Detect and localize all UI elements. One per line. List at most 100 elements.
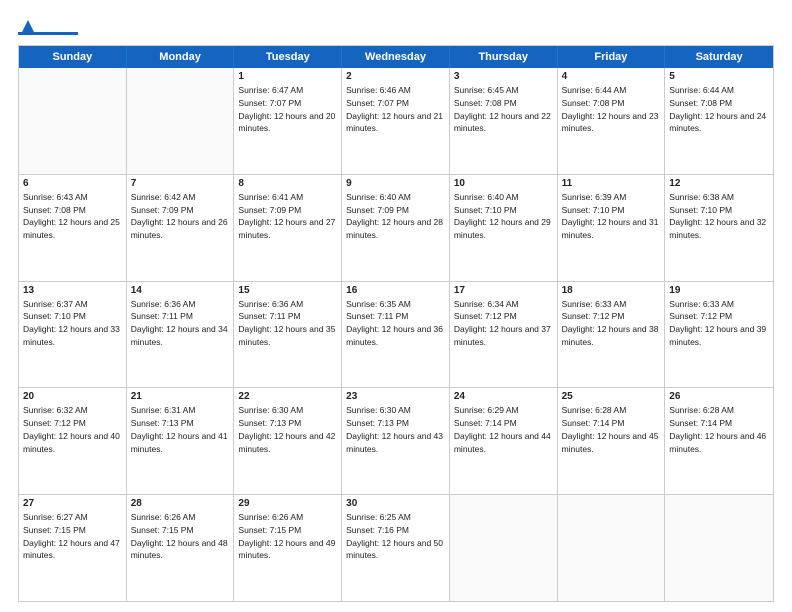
sun-info: Sunrise: 6:44 AMSunset: 7:08 PMDaylight:… (669, 84, 769, 135)
sun-info: Sunrise: 6:34 AMSunset: 7:12 PMDaylight:… (454, 298, 553, 349)
calendar-day-7: 7 Sunrise: 6:42 AMSunset: 7:09 PMDaylight… (127, 175, 235, 281)
calendar-day-22: 22Sunrise: 6:30 AMSunset: 7:13 PMDayligh… (234, 388, 342, 494)
header-sunday: Sunday (19, 46, 127, 68)
calendar-week-4: 20 Sunrise: 6:32 AMSunset: 7:12 PMDayligh… (19, 387, 773, 494)
calendar-empty-cell (19, 68, 127, 174)
day-number: 29 (238, 498, 337, 509)
page: Sunday Monday Tuesday Wednesday Thursday… (0, 0, 792, 612)
calendar-day-23: 23 Sunrise: 6:30 AMSunset: 7:13 PMDayligh… (342, 388, 450, 494)
calendar-day-13: 13 Sunrise: 6:37 AMSunset: 7:10 PMDayligh… (19, 282, 127, 388)
day-number: 8 (238, 178, 337, 189)
sun-info: Sunrise: 6:37 AMSunset: 7:10 PMDaylight:… (23, 298, 122, 349)
calendar-day-24: 24 Sunrise: 6:29 AMSunset: 7:14 PMDayligh… (450, 388, 558, 494)
calendar-day-6: 6 Sunrise: 6:43 AMSunset: 7:08 PMDaylight… (19, 175, 127, 281)
day-number: 28 (131, 498, 230, 509)
calendar-day-12: 12 Sunrise: 6:38 AMSunset: 7:10 PMDayligh… (665, 175, 773, 281)
day-number: 2 (346, 71, 445, 82)
day-number: 11 (562, 178, 661, 189)
day-number: 22 (238, 391, 337, 402)
day-number: 6 (23, 178, 122, 189)
calendar-week-1: 1 Sunrise: 6:47 AMSunset: 7:07 PMDaylight… (19, 68, 773, 174)
sun-info: Sunrise: 6:30 AMSunset: 7:13 PMDaylight:… (346, 404, 445, 455)
sun-info: Sunrise: 6:38 AMSunset: 7:10 PMDaylight:… (669, 191, 769, 242)
day-number: 3 (454, 71, 553, 82)
sun-info: Sunrise: 6:40 AMSunset: 7:10 PMDaylight:… (454, 191, 553, 242)
calendar-day-28: 28 Sunrise: 6:26 AMSunset: 7:15 PMDayligh… (127, 495, 235, 601)
calendar: Sunday Monday Tuesday Wednesday Thursday… (18, 45, 774, 602)
sun-info: Sunrise: 6:29 AMSunset: 7:14 PMDaylight:… (454, 404, 553, 455)
day-number: 1 (238, 71, 337, 82)
sun-info: Sunrise: 6:42 AMSunset: 7:09 PMDaylight:… (131, 191, 230, 242)
sun-info: Sunrise: 6:31 AMSunset: 7:13 PMDaylight:… (131, 404, 230, 455)
sun-info: Sunrise: 6:40 AMSunset: 7:09 PMDaylight:… (346, 191, 445, 242)
calendar-week-3: 13 Sunrise: 6:37 AMSunset: 7:10 PMDayligh… (19, 281, 773, 388)
sun-info: Sunrise: 6:36 AMSunset: 7:11 PMDaylight:… (238, 298, 337, 349)
calendar-empty-cell (127, 68, 235, 174)
calendar-week-2: 6 Sunrise: 6:43 AMSunset: 7:08 PMDaylight… (19, 174, 773, 281)
calendar-empty-cell (558, 495, 666, 601)
calendar-day-10: 10 Sunrise: 6:40 AMSunset: 7:10 PMDayligh… (450, 175, 558, 281)
day-number: 16 (346, 285, 445, 296)
sun-info: Sunrise: 6:47 AMSunset: 7:07 PMDaylight:… (238, 84, 337, 135)
calendar-day-5: 5 Sunrise: 6:44 AMSunset: 7:08 PMDaylight… (665, 68, 773, 174)
sun-info: Sunrise: 6:41 AMSunset: 7:09 PMDaylight:… (238, 191, 337, 242)
calendar-day-16: 16Sunrise: 6:35 AMSunset: 7:11 PMDayligh… (342, 282, 450, 388)
day-number: 21 (131, 391, 230, 402)
sun-info: Sunrise: 6:25 AMSunset: 7:16 PMDaylight:… (346, 511, 445, 562)
sun-info: Sunrise: 6:32 AMSunset: 7:12 PMDaylight:… (23, 404, 122, 455)
calendar-day-27: 27 Sunrise: 6:27 AMSunset: 7:15 PMDayligh… (19, 495, 127, 601)
day-number: 26 (669, 391, 769, 402)
sun-info: Sunrise: 6:26 AMSunset: 7:15 PMDaylight:… (131, 511, 230, 562)
day-number: 7 (131, 178, 230, 189)
calendar-day-2: 2 Sunrise: 6:46 AMSunset: 7:07 PMDaylight… (342, 68, 450, 174)
sun-info: Sunrise: 6:43 AMSunset: 7:08 PMDaylight:… (23, 191, 122, 242)
day-number: 19 (669, 285, 769, 296)
sun-info: Sunrise: 6:26 AMSunset: 7:15 PMDaylight:… (238, 511, 337, 562)
day-number: 17 (454, 285, 553, 296)
day-number: 4 (562, 71, 661, 82)
sun-info: Sunrise: 6:44 AMSunset: 7:08 PMDaylight:… (562, 84, 661, 135)
calendar-day-20: 20 Sunrise: 6:32 AMSunset: 7:12 PMDayligh… (19, 388, 127, 494)
day-number: 27 (23, 498, 122, 509)
sun-info: Sunrise: 6:28 AMSunset: 7:14 PMDaylight:… (669, 404, 769, 455)
calendar-week-5: 27 Sunrise: 6:27 AMSunset: 7:15 PMDayligh… (19, 494, 773, 601)
sun-info: Sunrise: 6:45 AMSunset: 7:08 PMDaylight:… (454, 84, 553, 135)
calendar-day-17: 17 Sunrise: 6:34 AMSunset: 7:12 PMDayligh… (450, 282, 558, 388)
calendar-day-19: 19 Sunrise: 6:33 AMSunset: 7:12 PMDayligh… (665, 282, 773, 388)
calendar-day-3: 3 Sunrise: 6:45 AMSunset: 7:08 PMDaylight… (450, 68, 558, 174)
calendar-day-26: 26 Sunrise: 6:28 AMSunset: 7:14 PMDayligh… (665, 388, 773, 494)
header-tuesday: Tuesday (234, 46, 342, 68)
day-number: 23 (346, 391, 445, 402)
calendar-day-8: 8 Sunrise: 6:41 AMSunset: 7:09 PMDaylight… (234, 175, 342, 281)
logo (18, 18, 80, 35)
day-number: 13 (23, 285, 122, 296)
calendar-day-25: 25Sunrise: 6:28 AMSunset: 7:14 PMDayligh… (558, 388, 666, 494)
day-number: 25 (562, 391, 661, 402)
calendar-day-15: 15Sunrise: 6:36 AMSunset: 7:11 PMDayligh… (234, 282, 342, 388)
day-number: 9 (346, 178, 445, 189)
calendar-day-29: 29 Sunrise: 6:26 AMSunset: 7:15 PMDayligh… (234, 495, 342, 601)
calendar-day-4: 4 Sunrise: 6:44 AMSunset: 7:08 PMDaylight… (558, 68, 666, 174)
calendar-day-11: 11 Sunrise: 6:39 AMSunset: 7:10 PMDayligh… (558, 175, 666, 281)
day-number: 12 (669, 178, 769, 189)
sun-info: Sunrise: 6:33 AMSunset: 7:12 PMDaylight:… (669, 298, 769, 349)
header (18, 18, 774, 35)
sun-info: Sunrise: 6:46 AMSunset: 7:07 PMDaylight:… (346, 84, 445, 135)
day-number: 30 (346, 498, 445, 509)
day-number: 24 (454, 391, 553, 402)
day-number: 20 (23, 391, 122, 402)
calendar-day-30: 30 Sunrise: 6:25 AMSunset: 7:16 PMDayligh… (342, 495, 450, 601)
calendar-body: 1 Sunrise: 6:47 AMSunset: 7:07 PMDaylight… (19, 68, 773, 601)
day-number: 5 (669, 71, 769, 82)
sun-info: Sunrise: 6:27 AMSunset: 7:15 PMDaylight:… (23, 511, 122, 562)
calendar-empty-cell (665, 495, 773, 601)
calendar-day-14: 14 Sunrise: 6:36 AMSunset: 7:11 PMDayligh… (127, 282, 235, 388)
sun-info: Sunrise: 6:36 AMSunset: 7:11 PMDaylight:… (131, 298, 230, 349)
calendar-day-18: 18 Sunrise: 6:33 AMSunset: 7:12 PMDayligh… (558, 282, 666, 388)
day-number: 14 (131, 285, 230, 296)
sun-info: Sunrise: 6:39 AMSunset: 7:10 PMDaylight:… (562, 191, 661, 242)
day-number: 10 (454, 178, 553, 189)
sun-info: Sunrise: 6:33 AMSunset: 7:12 PMDaylight:… (562, 298, 661, 349)
calendar-empty-cell (450, 495, 558, 601)
day-number: 18 (562, 285, 661, 296)
